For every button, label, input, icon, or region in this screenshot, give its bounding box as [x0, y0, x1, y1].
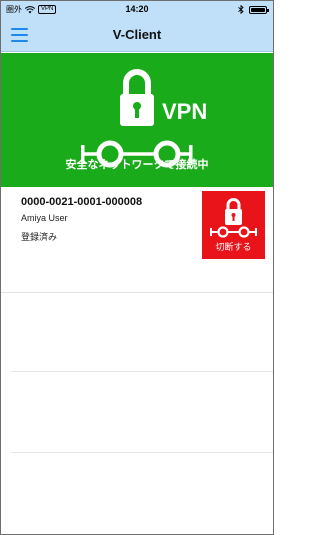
lock-icon: [120, 69, 154, 126]
app-screen: 圏外 VPN 14:20 V-Client VPN 安全なネットワークで接続中 …: [0, 0, 274, 535]
connection-list-item[interactable]: 0000-0021-0001-000008 Amiya User 登録済み 切断…: [1, 187, 273, 293]
status-bar: 圏外 VPN 14:20: [1, 1, 273, 18]
vpn-status-banner: VPN 安全なネットワークで接続中: [1, 53, 273, 187]
connection-id: 0000-0021-0001-000008: [21, 196, 143, 208]
disconnect-label: 切断する: [215, 242, 252, 252]
status-right: [238, 5, 269, 14]
list-divider: [11, 371, 273, 372]
app-title: V-Client: [112, 27, 162, 42]
navigation-bar: V-Client: [1, 18, 273, 52]
network-connection-icon: [210, 226, 257, 238]
vpn-label: VPN: [162, 99, 208, 124]
connection-user: Amiya User: [21, 213, 68, 223]
disconnect-button[interactable]: 切断する: [202, 191, 265, 259]
clock: 14:20: [125, 4, 149, 14]
battery-fill: [251, 7, 265, 12]
registration-status: 登録済み: [21, 232, 58, 242]
connection-status-text: 安全なネットワークで接続中: [65, 159, 209, 171]
list-divider: [11, 452, 273, 453]
bluetooth-icon: [238, 5, 244, 14]
lock-icon: [225, 198, 242, 225]
battery-icon: [249, 5, 269, 14]
